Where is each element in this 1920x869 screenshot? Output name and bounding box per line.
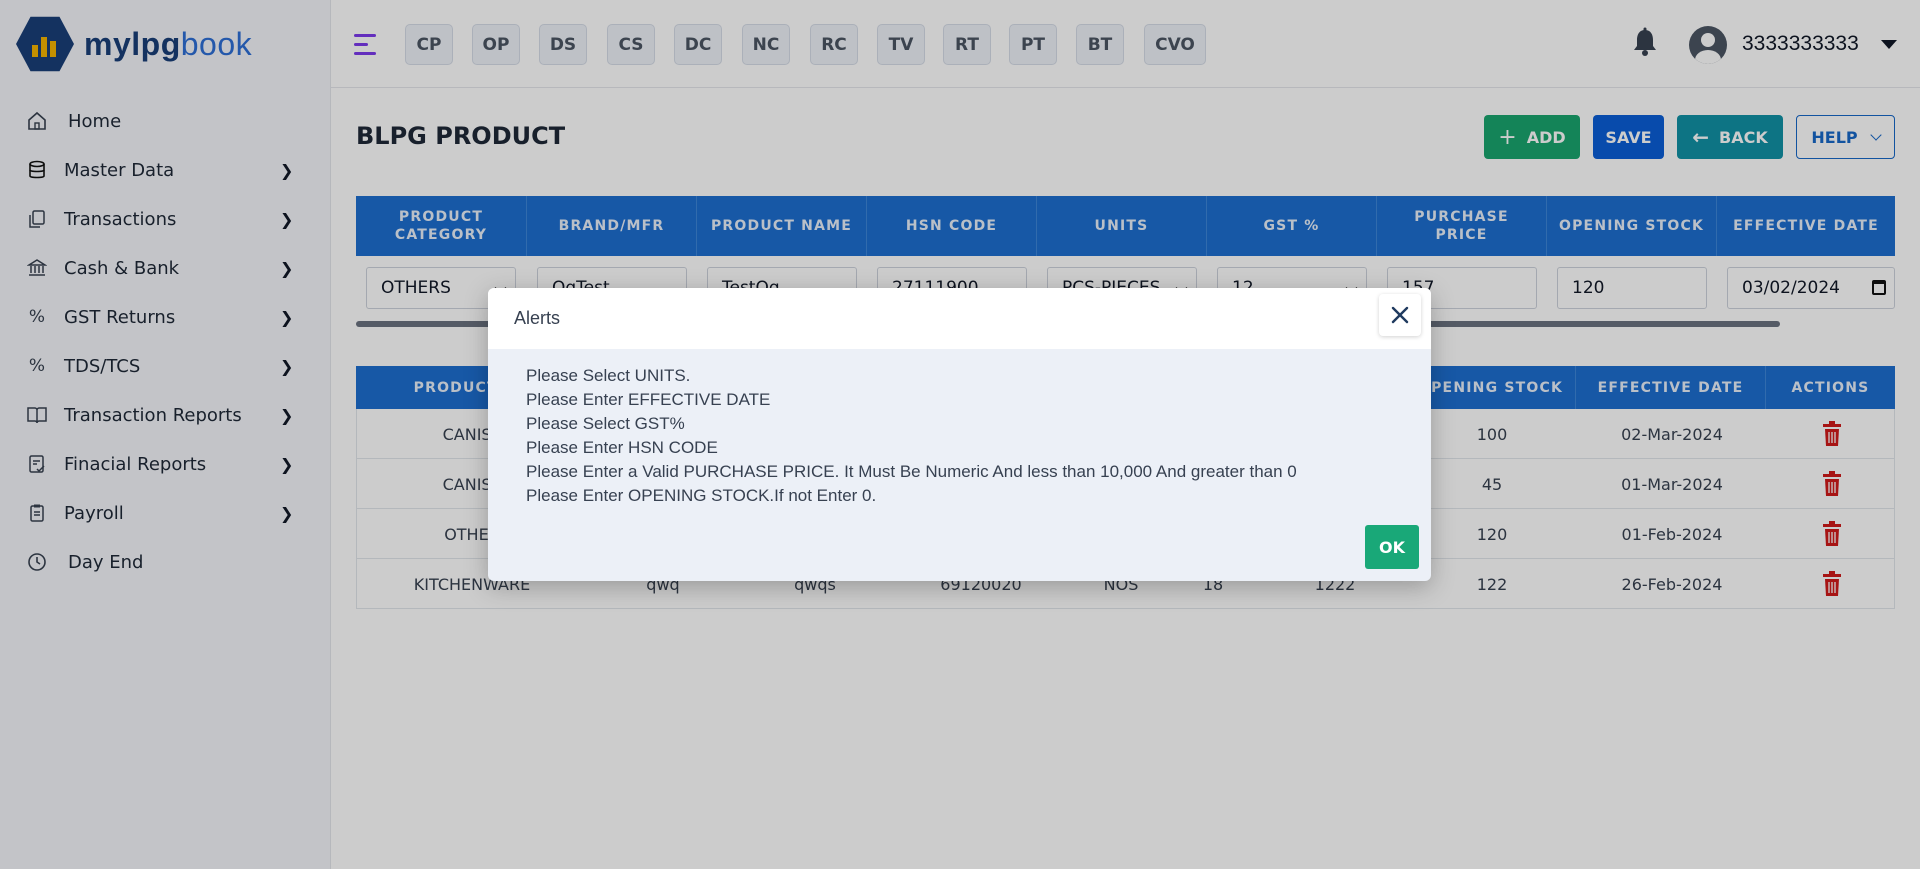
alert-message: Please Enter HSN CODE — [526, 438, 718, 457]
close-icon — [1391, 306, 1409, 324]
alert-message: Please Enter EFFECTIVE DATE — [526, 390, 771, 409]
alert-message: Please Enter OPENING STOCK.If not Enter … — [526, 486, 877, 505]
modal-title: Alerts — [514, 308, 561, 328]
alert-message: Please Enter a Valid PURCHASE PRICE. It … — [526, 462, 1297, 481]
alert-message: Please Select UNITS. — [526, 366, 691, 385]
ok-button[interactable]: OK — [1365, 525, 1419, 569]
alert-message: Please Select GST% — [526, 414, 685, 433]
close-button[interactable] — [1379, 294, 1421, 336]
alerts-modal: Alerts Please Select UNITS. Please Enter… — [488, 288, 1431, 581]
modal-header: Alerts — [488, 288, 1431, 349]
modal-body: Please Select UNITS. Please Enter EFFECT… — [526, 364, 1406, 508]
